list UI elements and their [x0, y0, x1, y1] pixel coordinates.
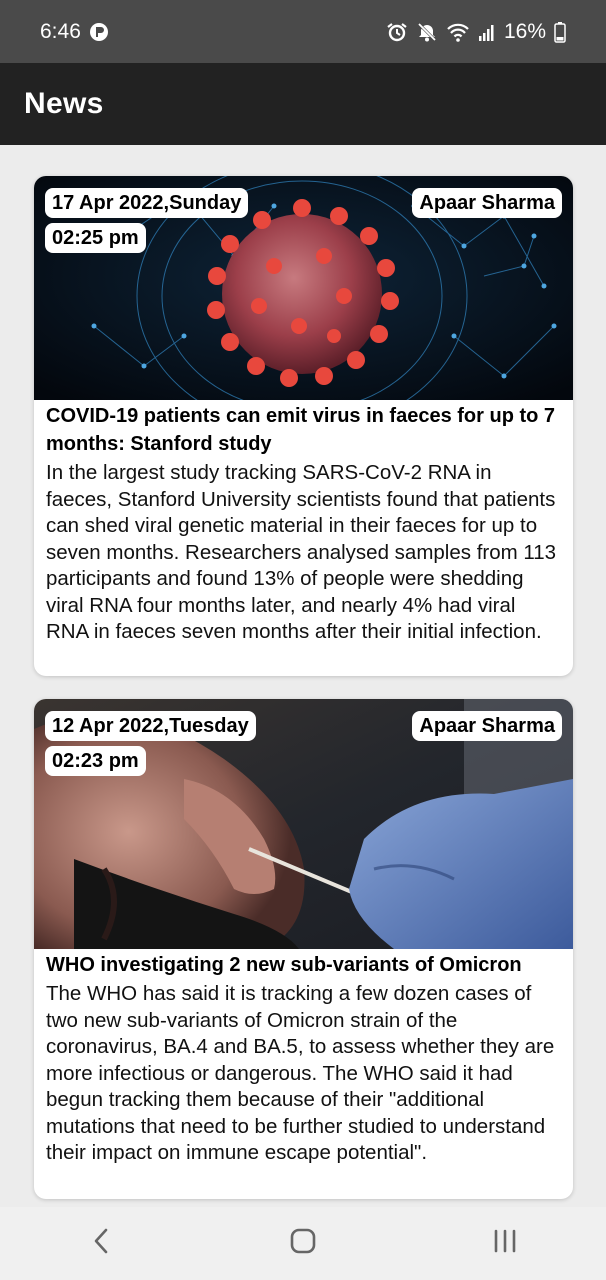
signal-icon [478, 22, 496, 42]
home-button[interactable] [263, 1214, 343, 1274]
news-card[interactable]: 12 Apr 2022,Tuesday 02:23 pm Apaar Sharm… [34, 699, 573, 1199]
recents-button[interactable] [465, 1214, 545, 1274]
recents-icon [491, 1227, 519, 1260]
news-feed[interactable]: 17 Apr 2022,Sunday 02:25 pm Apaar Sharma… [0, 145, 606, 1207]
news-image-virus: 17 Apr 2022,Sunday 02:25 pm Apaar Sharma [34, 176, 573, 400]
article-author: Apaar Sharma [412, 188, 562, 218]
mute-icon [416, 21, 438, 43]
system-nav-bar [0, 1207, 606, 1280]
battery-icon [554, 21, 566, 43]
article-body: The WHO has said it is tracking a few do… [46, 982, 555, 1164]
back-icon [91, 1227, 111, 1260]
article-date: 12 Apr 2022,Tuesday [45, 711, 256, 741]
app-bar: News [0, 63, 606, 145]
alarm-icon [386, 21, 408, 43]
article-time: 02:25 pm [45, 223, 146, 253]
article-time: 02:23 pm [45, 746, 146, 776]
home-icon [289, 1227, 317, 1260]
news-card[interactable]: 17 Apr 2022,Sunday 02:25 pm Apaar Sharma… [34, 176, 573, 676]
article-author: Apaar Sharma [412, 711, 562, 741]
article-date: 17 Apr 2022,Sunday [45, 188, 249, 218]
status-time: 6:46 [40, 19, 81, 43]
data-saver-icon [89, 22, 109, 42]
page-title: News [24, 87, 104, 120]
article-title: WHO investigating 2 new sub-variants of … [46, 954, 522, 976]
article-body: In the largest study tracking SARS-CoV-2… [46, 461, 557, 643]
status-left: 6:46 [40, 20, 109, 44]
back-button[interactable] [61, 1214, 141, 1274]
battery-percent: 16% [503, 19, 546, 43]
article-title: COVID-19 patients can emit virus in faec… [46, 405, 556, 455]
news-image-swab-test: 12 Apr 2022,Tuesday 02:23 pm Apaar Sharm… [34, 699, 573, 949]
status-right: 16% [386, 20, 566, 44]
wifi-icon [446, 21, 470, 43]
status-bar: 6:46 16% [0, 0, 606, 63]
